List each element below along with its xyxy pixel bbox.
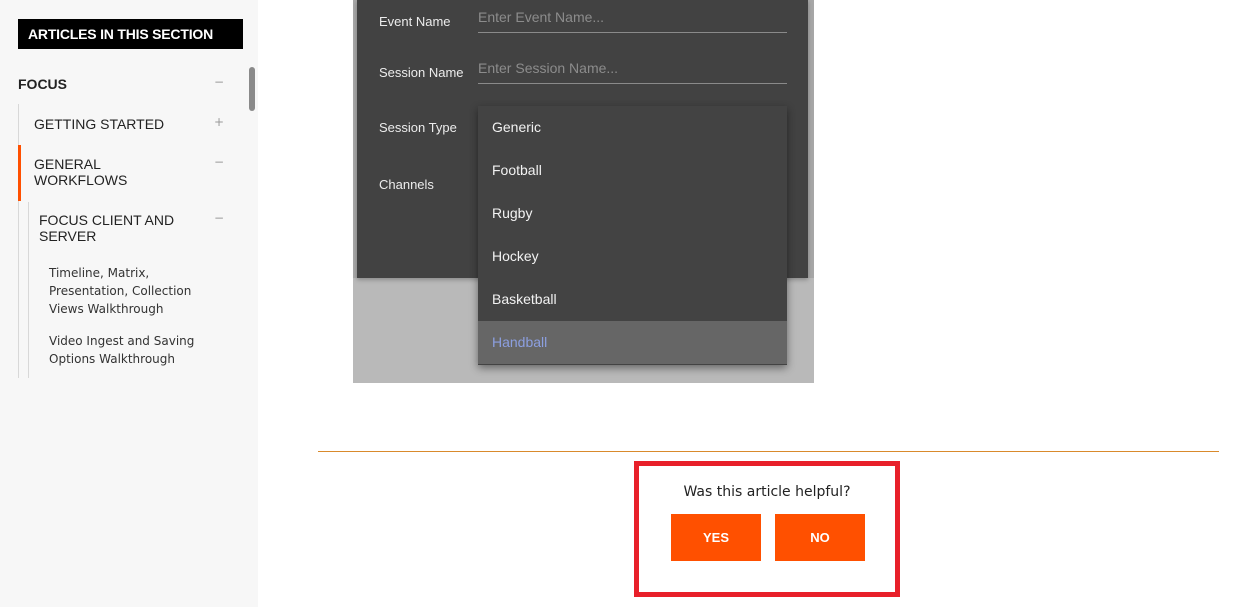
article-link-line: Video Ingest and Saving <box>49 334 195 348</box>
article-link-line: Views Walkthrough <box>49 302 164 316</box>
article-divider <box>318 451 1219 452</box>
active-item-indicator <box>18 145 21 201</box>
option-hockey[interactable]: Hockey <box>478 235 787 278</box>
option-generic[interactable]: Generic <box>478 106 787 149</box>
option-football[interactable]: Football <box>478 149 787 192</box>
article-feedback-box: Was this article helpful? YES NO <box>634 461 900 597</box>
option-basketball[interactable]: Basketball <box>478 278 787 321</box>
session-type-dropdown[interactable]: Generic Football Rugby Hockey Basketball… <box>478 106 787 365</box>
session-name-input[interactable]: Enter Session Name... <box>478 52 787 84</box>
nav-item-focus-client-server[interactable]: FOCUS CLIENT AND SERVER <box>39 212 174 244</box>
nav-subtree-line <box>28 202 29 378</box>
article-screenshot: Event Name Enter Event Name... Session N… <box>353 0 814 383</box>
articles-section-title: ARTICLES IN THIS SECTION <box>18 19 243 49</box>
nav-item-focus-client-server-line2: SERVER <box>39 228 97 244</box>
expand-getting-started-icon[interactable]: + <box>214 115 224 129</box>
feedback-no-button[interactable]: NO <box>775 514 865 561</box>
article-link-line: Timeline, Matrix, <box>49 266 150 280</box>
collapse-focus-icon[interactable]: − <box>214 75 224 89</box>
article-link-line: Presentation, Collection <box>49 284 192 298</box>
channels-label: Channels <box>379 177 434 192</box>
session-type-label: Session Type <box>379 120 457 135</box>
nav-item-general-workflows-line1: GENERAL <box>34 156 101 172</box>
session-name-label: Session Name <box>379 65 464 80</box>
nav-item-focus-client-server-line1: FOCUS CLIENT AND <box>39 212 175 228</box>
collapse-focus-client-server-icon[interactable]: − <box>214 211 224 225</box>
nav-item-focus[interactable]: FOCUS <box>18 76 67 92</box>
sidebar: ARTICLES IN THIS SECTION FOCUS − GETTING… <box>0 0 258 607</box>
feedback-yes-button[interactable]: YES <box>671 514 761 561</box>
nav-item-getting-started[interactable]: GETTING STARTED <box>34 116 164 132</box>
sidebar-scrollbar-thumb[interactable] <box>249 67 255 111</box>
article-link-line: Options Walkthrough <box>49 352 175 366</box>
article-link-video-ingest[interactable]: Video Ingest and Saving Options Walkthro… <box>49 332 194 368</box>
article-link-timeline-matrix[interactable]: Timeline, Matrix, Presentation, Collecti… <box>49 264 191 318</box>
option-handball[interactable]: Handball <box>478 321 787 364</box>
event-name-label: Event Name <box>379 14 451 29</box>
feedback-question: Was this article helpful? <box>683 484 851 500</box>
event-name-input[interactable]: Enter Event Name... <box>478 1 787 33</box>
nav-item-general-workflows-line2: WORKFLOWS <box>34 172 128 188</box>
nav-item-general-workflows[interactable]: GENERAL WORKFLOWS <box>34 156 127 188</box>
option-rugby[interactable]: Rugby <box>478 192 787 235</box>
collapse-general-workflows-icon[interactable]: − <box>214 155 224 169</box>
